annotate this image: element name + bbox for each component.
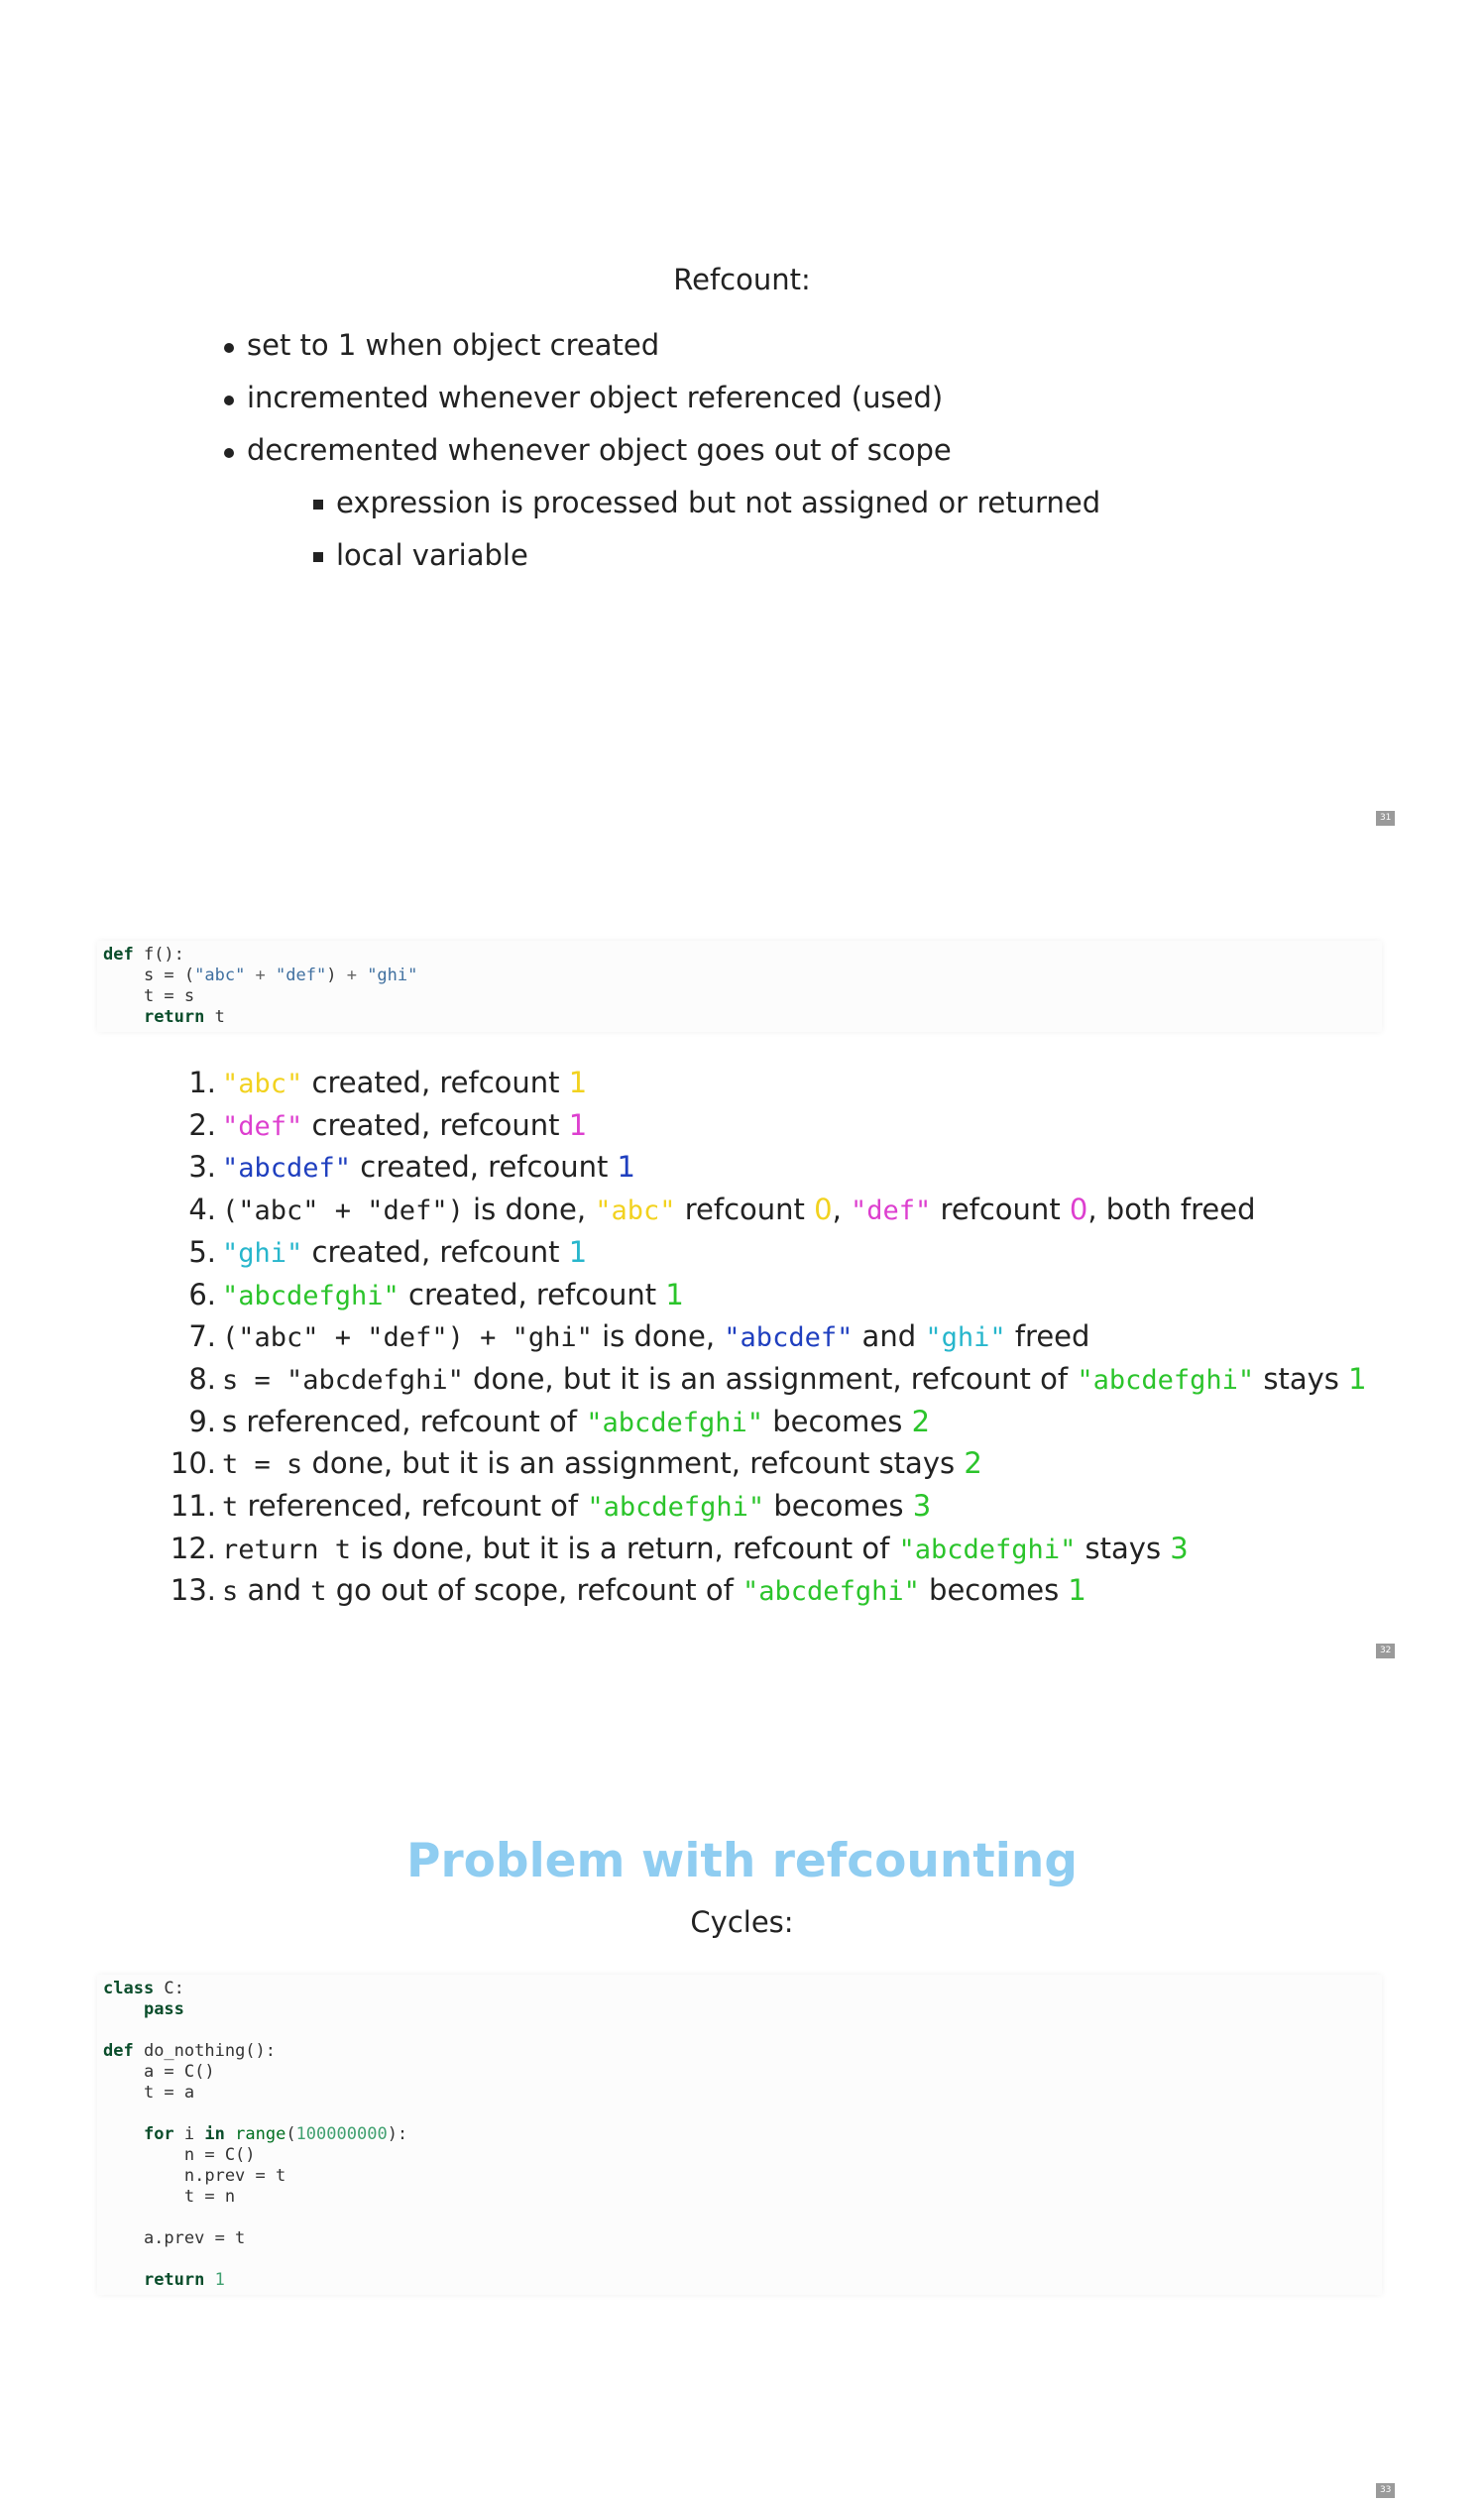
slide-heading: Problem with refcounting bbox=[406, 1834, 1078, 1888]
step-item: 5. "ghi" created, refcount 1 bbox=[188, 1234, 588, 1269]
sub-bullet-text: expression is processed but not assigned… bbox=[336, 486, 1101, 519]
bullet-text: decremented whenever object goes out of … bbox=[247, 433, 952, 467]
bullet-text: incremented whenever object referenced (… bbox=[247, 381, 944, 414]
step-item: 3. "abcdef" created, refcount 1 bbox=[188, 1150, 635, 1185]
sub-bullet-text: local variable bbox=[336, 538, 528, 572]
code-line: a = C() bbox=[103, 2062, 215, 2082]
page-number: 32 bbox=[1376, 1644, 1396, 1658]
code-line: s = ("abc" + "def") + "ghi" bbox=[103, 966, 418, 985]
step-item: 8. s = "abcdefghi" done, but it is an ass… bbox=[188, 1361, 1367, 1396]
step-item: 11. t referenced, refcount of "abcdefghi"… bbox=[170, 1489, 932, 1524]
step-item: 12. return t is done, but it is a return,… bbox=[170, 1531, 1189, 1565]
code-line: return t bbox=[143, 1007, 225, 1027]
slide-title: Refcount: bbox=[673, 263, 811, 296]
code-line: n = C() bbox=[103, 2145, 256, 2165]
code-line: def f(): bbox=[103, 945, 184, 965]
bullet-text: set to 1 when object created bbox=[247, 328, 660, 362]
bullet-item: set to 1 when object created bbox=[220, 319, 1100, 372]
sub-bullet-list: expression is processed but not assigned… bbox=[247, 477, 1100, 582]
code-line: t = a bbox=[103, 2083, 195, 2103]
step-item: 13. s and t go out of scope, refcount of … bbox=[170, 1573, 1086, 1608]
sub-bullet-item: local variable bbox=[309, 529, 1100, 582]
code-block: def f(): s = ("abc" + "def") + "ghi" t =… bbox=[97, 941, 1382, 1032]
code-line: t = s bbox=[103, 986, 195, 1006]
code-line: n.prev = t bbox=[103, 2166, 286, 2186]
code-block: class C: pass def do_nothing(): a = C() … bbox=[97, 1975, 1382, 2295]
slide-subtitle: Cycles: bbox=[690, 1905, 794, 1939]
step-item: 10. t = s done, but it is an assignment, … bbox=[170, 1446, 982, 1481]
code-line: def do_nothing(): bbox=[103, 2041, 277, 2061]
code-line: t = n bbox=[103, 2187, 236, 2207]
slide-33: Problem with refcounting Cycles: class C… bbox=[0, 1665, 1484, 2503]
bullet-item: incremented whenever object referenced (… bbox=[220, 372, 1100, 424]
step-item: 2. "def" created, refcount 1 bbox=[188, 1107, 588, 1142]
step-item: 7. ("abc" + "def") + "ghi" is done, "abcd… bbox=[188, 1319, 1090, 1354]
sub-bullet-item: expression is processed but not assigned… bbox=[309, 477, 1100, 529]
step-item: 4. ("abc" + "def") is done, "abc" refcoun… bbox=[188, 1193, 1256, 1227]
page-number: 33 bbox=[1376, 2483, 1396, 2498]
slide-31: Refcount: set to 1 when object created i… bbox=[0, 0, 1484, 833]
slide-32: def f(): s = ("abc" + "def") + "ghi" t =… bbox=[0, 833, 1484, 1665]
step-item: 6. "abcdefghi" created, refcount 1 bbox=[188, 1277, 684, 1311]
bullet-list: set to 1 when object created incremented… bbox=[220, 319, 1100, 582]
code-line: pass bbox=[143, 1999, 184, 2019]
code-line: for i in range(100000000): bbox=[143, 2124, 408, 2144]
step-item: 1. "abc" created, refcount 1 bbox=[188, 1066, 588, 1099]
code-line: class C: bbox=[103, 1979, 184, 1998]
code-line: return 1 bbox=[143, 2270, 225, 2290]
code-line: a.prev = t bbox=[103, 2228, 246, 2248]
steps-list: 1. "abc" created, refcount 1 2. "def" crea… bbox=[170, 1063, 1367, 1613]
step-item: 9. s referenced, refcount of "abcdefghi" … bbox=[188, 1404, 931, 1438]
page-number: 31 bbox=[1376, 811, 1396, 826]
bullet-item: decremented whenever object goes out of … bbox=[220, 424, 1100, 582]
